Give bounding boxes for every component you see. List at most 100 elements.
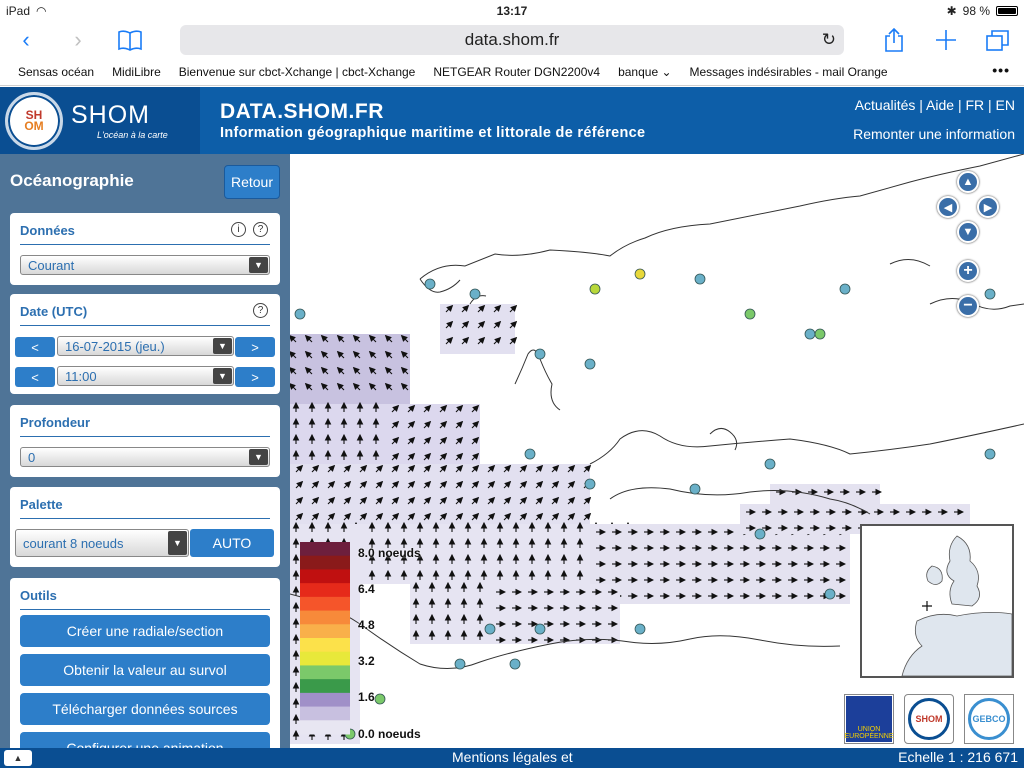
palette-select[interactable]: courant 8 noeuds ▼ bbox=[15, 529, 189, 557]
station-marker bbox=[839, 283, 851, 295]
current-cell-region bbox=[410, 584, 620, 644]
date-prev-button[interactable]: < bbox=[15, 337, 55, 357]
help-icon[interactable]: ? bbox=[253, 303, 268, 318]
safari-toolbar: ‹ › data.shom.fr ↻ bbox=[0, 22, 1024, 58]
address-bar[interactable]: data.shom.fr ↻ bbox=[180, 25, 844, 55]
chevron-down-icon: ▼ bbox=[168, 531, 187, 555]
date-next-button[interactable]: > bbox=[235, 337, 275, 357]
pan-down-icon[interactable]: ▼ bbox=[957, 221, 979, 243]
hover-value-button[interactable]: Obtenir la valeur au survol bbox=[20, 654, 270, 686]
bookmark-item[interactable]: banque ⌄ bbox=[609, 65, 680, 79]
pan-right-icon[interactable]: ▶ bbox=[977, 196, 999, 218]
station-marker bbox=[469, 288, 481, 300]
select-value: 11:00 bbox=[65, 368, 97, 384]
depth-select[interactable]: 0 ▼ bbox=[20, 447, 270, 467]
legend-swatch bbox=[300, 665, 350, 680]
legend-label-min: 0.0 noeuds bbox=[358, 727, 421, 741]
map-scale: Echelle 1 : 216 671 bbox=[898, 749, 1018, 765]
panel-title: Outils bbox=[20, 588, 57, 603]
battery-icon bbox=[996, 6, 1018, 16]
help-icon[interactable]: ? bbox=[253, 222, 268, 237]
zoom-out-icon[interactable]: − bbox=[957, 295, 979, 317]
legend-label-max: 8.0 noeuds bbox=[358, 546, 421, 560]
hour-next-button[interactable]: > bbox=[235, 367, 275, 387]
logo-name: SHOM bbox=[71, 101, 150, 129]
radial-section-button[interactable]: Créer une radiale/section bbox=[20, 615, 270, 647]
info-icon[interactable]: i bbox=[231, 222, 246, 237]
report-link[interactable]: Remonter une information bbox=[853, 126, 1015, 142]
sidebar-title: Océanographie bbox=[10, 171, 134, 190]
back-icon[interactable]: ‹ bbox=[0, 22, 52, 58]
map-view[interactable]: 8.0 noeuds 6.4 4.8 3.2 1.6 0.0 noeuds ▲ … bbox=[290, 154, 1024, 748]
bookmark-item[interactable]: Messages indésirables - mail Orange bbox=[681, 65, 897, 79]
station-marker bbox=[689, 483, 701, 495]
zoom-in-icon[interactable]: + bbox=[957, 260, 979, 282]
station-marker bbox=[509, 658, 521, 670]
chevron-down-icon: ▼ bbox=[213, 338, 232, 354]
ios-status-bar: iPad ◠ 13:17 ✱ 98 % bbox=[0, 0, 1024, 22]
shom-logo[interactable]: SH OM SHOM L'océan à la carte bbox=[0, 87, 200, 154]
select-value: 16-07-2015 (jeu.) bbox=[65, 338, 165, 354]
gebco-logo: GEBCO bbox=[964, 694, 1014, 744]
site-title: DATA.SHOM.FR bbox=[220, 100, 384, 123]
bookmarks-icon[interactable] bbox=[104, 22, 156, 58]
overview-minimap[interactable] bbox=[860, 524, 1014, 678]
site-links[interactable]: Actualités | Aide | FR | EN bbox=[855, 97, 1015, 113]
station-marker bbox=[294, 308, 306, 320]
bookmark-item[interactable]: MidiLibre bbox=[103, 65, 170, 79]
legend-swatch bbox=[300, 706, 350, 721]
panel-title: Profondeur bbox=[20, 415, 91, 430]
panel-title: Données bbox=[20, 223, 75, 238]
legend-color-bar bbox=[300, 542, 350, 735]
station-marker bbox=[534, 623, 546, 635]
hour-select[interactable]: 11:00 ▼ bbox=[57, 366, 234, 386]
share-icon[interactable] bbox=[868, 22, 920, 58]
station-marker bbox=[814, 328, 826, 340]
station-marker bbox=[764, 458, 776, 470]
station-marker bbox=[584, 478, 596, 490]
bookmark-item[interactable]: Sensas océan bbox=[0, 65, 103, 79]
legal-mentions-link[interactable]: Mentions légales et bbox=[452, 749, 573, 765]
pan-left-icon[interactable]: ◀ bbox=[937, 196, 959, 218]
station-marker bbox=[824, 588, 836, 600]
reload-icon[interactable]: ↻ bbox=[822, 30, 836, 50]
minimap-canvas bbox=[862, 526, 1012, 676]
expand-up-icon[interactable]: ▲ bbox=[4, 750, 32, 766]
station-marker bbox=[984, 448, 996, 460]
station-marker bbox=[754, 528, 766, 540]
station-marker bbox=[634, 268, 646, 280]
donnees-select[interactable]: Courant ▼ bbox=[20, 255, 270, 275]
auto-button[interactable]: AUTO bbox=[190, 529, 274, 557]
pan-up-icon[interactable]: ▲ bbox=[957, 171, 979, 193]
chevron-down-icon: ▼ bbox=[213, 368, 232, 384]
station-marker bbox=[534, 348, 546, 360]
date-select[interactable]: 16-07-2015 (jeu.) ▼ bbox=[57, 336, 234, 356]
more-icon[interactable]: ••• bbox=[992, 62, 1010, 78]
back-button[interactable]: Retour bbox=[224, 165, 280, 199]
station-marker bbox=[634, 623, 646, 635]
tabs-icon[interactable] bbox=[972, 22, 1024, 58]
download-sources-button[interactable]: Télécharger données sources bbox=[20, 693, 270, 725]
station-marker bbox=[524, 448, 536, 460]
panel-outils: Outils Créer une radiale/section Obtenir… bbox=[10, 578, 280, 748]
animation-button[interactable]: Configurer une animation bbox=[20, 732, 270, 748]
new-tab-icon[interactable] bbox=[920, 22, 972, 58]
legend-swatch bbox=[300, 610, 350, 625]
bookmark-item[interactable]: NETGEAR Router DGN2200v4 bbox=[424, 65, 609, 79]
station-marker bbox=[424, 278, 436, 290]
select-value: Courant bbox=[28, 257, 75, 273]
shom-partner-logo: SHOM bbox=[904, 694, 954, 744]
legend-label: 1.6 bbox=[358, 690, 375, 704]
station-marker bbox=[589, 283, 601, 295]
legend-swatch bbox=[300, 720, 350, 735]
bluetooth-icon: ✱ bbox=[946, 4, 957, 18]
legend-swatch bbox=[300, 624, 350, 639]
forward-icon[interactable]: › bbox=[52, 22, 104, 58]
bookmark-item[interactable]: Bienvenue sur cbct-Xchange | cbct-Xchang… bbox=[170, 65, 425, 79]
site-subtitle: Information géographique maritime et lit… bbox=[220, 125, 646, 141]
station-marker bbox=[984, 288, 996, 300]
site-header: SH OM SHOM L'océan à la carte DATA.SHOM.F… bbox=[0, 87, 1024, 154]
battery-percent: 98 % bbox=[962, 4, 990, 18]
station-marker bbox=[584, 358, 596, 370]
hour-prev-button[interactable]: < bbox=[15, 367, 55, 387]
